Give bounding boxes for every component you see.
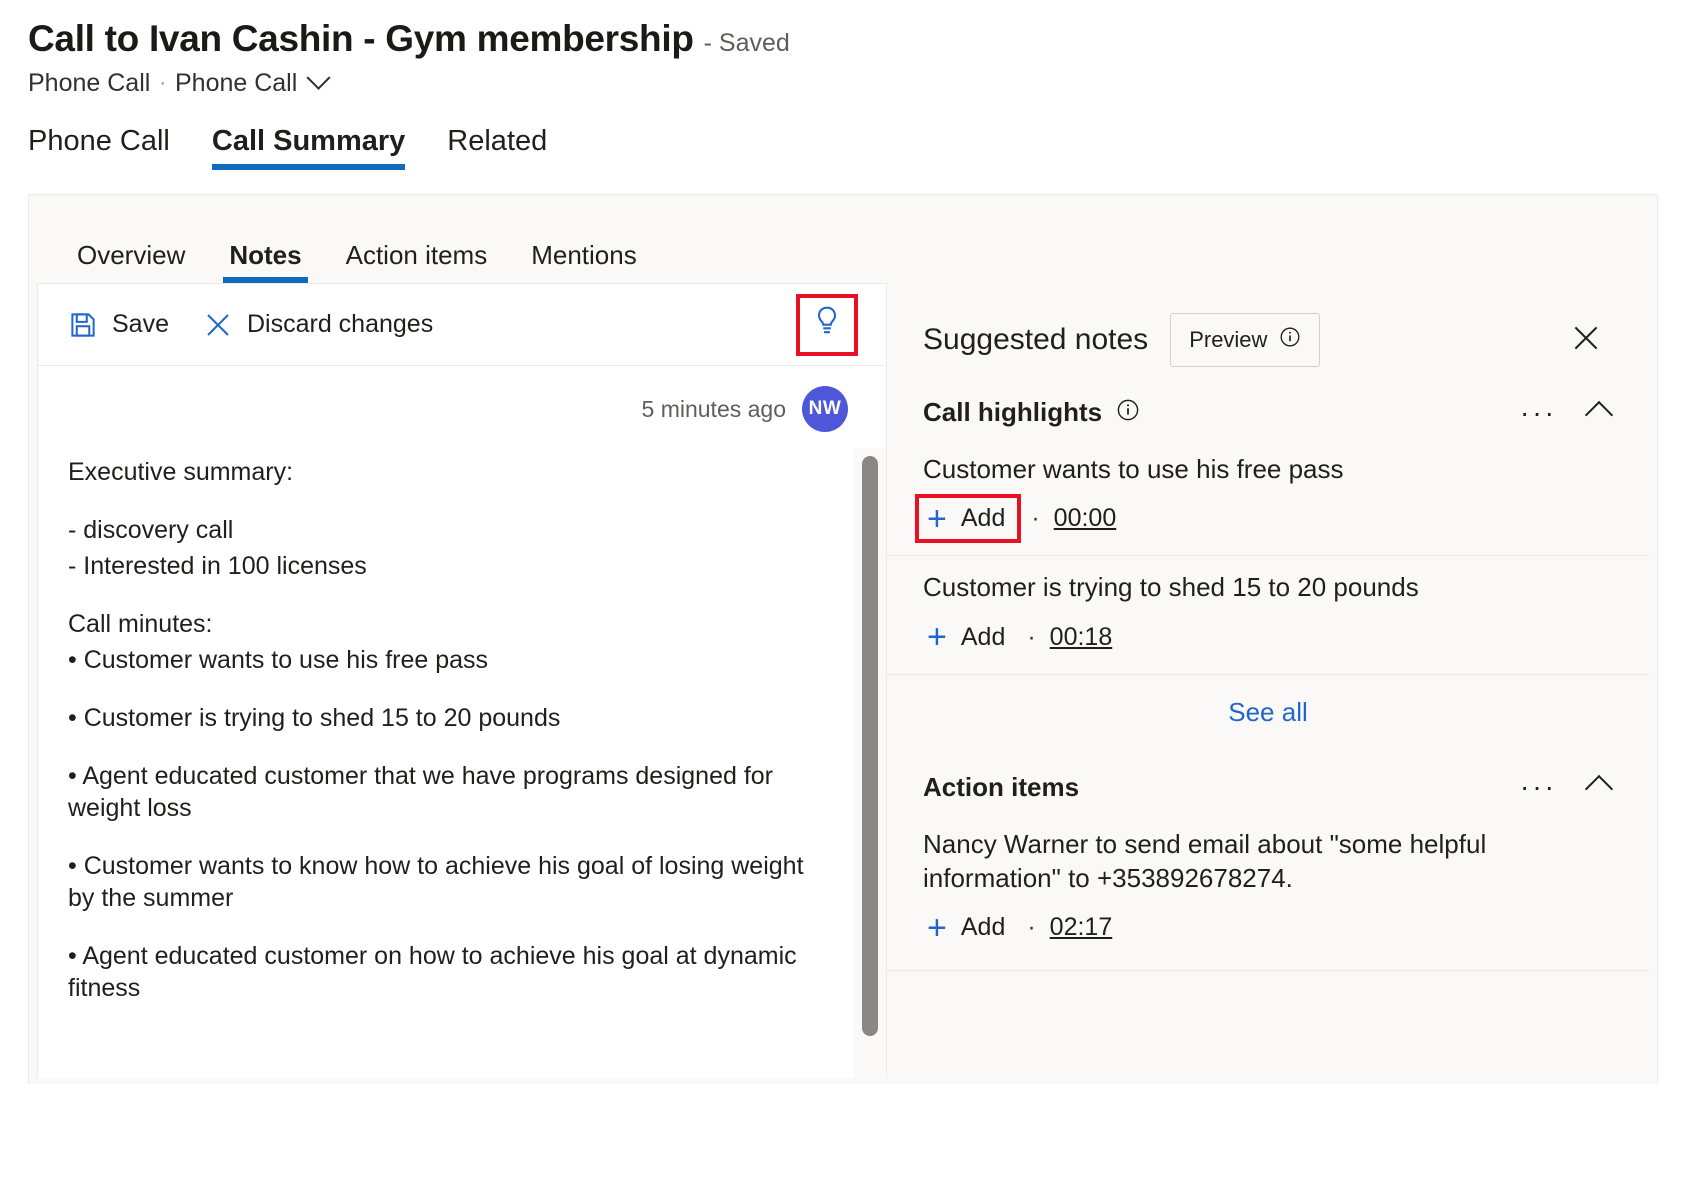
save-button[interactable]: Save xyxy=(68,310,169,340)
close-panel-button[interactable] xyxy=(1563,315,1609,366)
note-paragraph: - Interested in 100 licenses xyxy=(68,550,820,582)
timestamp-link[interactable]: 00:18 xyxy=(1050,623,1113,652)
avatar[interactable]: NW xyxy=(802,386,848,432)
chevron-up-icon[interactable] xyxy=(1585,400,1613,428)
chevron-up-icon[interactable] xyxy=(1585,775,1613,803)
plus-icon: + xyxy=(927,624,947,650)
suggested-notes-pane: Suggested notes Preview xyxy=(887,283,1649,1078)
notes-text-editor[interactable]: Executive summary: - discovery call - In… xyxy=(38,438,854,1078)
add-label: Add xyxy=(961,913,1005,942)
close-icon xyxy=(203,310,233,340)
section-header-call-highlights: Call highlights ··· xyxy=(887,379,1649,438)
see-all-row: See all xyxy=(887,674,1649,754)
list-item: Customer wants to use his free pass + Ad… xyxy=(887,438,1649,555)
pivot-notes[interactable]: Notes xyxy=(229,240,301,283)
list-item: Nancy Warner to send email about "some h… xyxy=(887,813,1649,965)
breadcrumb-separator: · xyxy=(159,72,166,95)
action-separator: · xyxy=(1027,623,1035,652)
add-note-button[interactable]: + Add xyxy=(915,494,1021,543)
info-icon[interactable] xyxy=(1279,326,1301,354)
action-item-text: Nancy Warner to send email about "some h… xyxy=(923,827,1609,896)
note-paragraph: • Customer is trying to shed 15 to 20 po… xyxy=(68,702,820,734)
info-icon[interactable] xyxy=(1116,398,1140,427)
note-paragraph: Executive summary: xyxy=(68,456,820,488)
tab-related[interactable]: Related xyxy=(447,125,547,170)
tab-phone-call[interactable]: Phone Call xyxy=(28,125,170,170)
breadcrumb-entity: Phone Call xyxy=(28,69,150,98)
add-label: Add xyxy=(961,504,1005,533)
pivot-action-items[interactable]: Action items xyxy=(346,240,488,283)
plus-icon: + xyxy=(927,915,947,941)
section-title: Call highlights xyxy=(923,397,1102,428)
tab-call-summary[interactable]: Call Summary xyxy=(212,125,405,170)
notes-timestamp: 5 minutes ago xyxy=(642,396,786,423)
note-paragraph: • Agent educated customer that we have p… xyxy=(68,760,820,824)
preview-badge[interactable]: Preview xyxy=(1170,313,1320,367)
page-title: Call to Ivan Cashin - Gym membership xyxy=(28,18,694,60)
pivot-overview[interactable]: Overview xyxy=(77,240,185,283)
preview-label: Preview xyxy=(1189,327,1267,353)
highlight-text: Customer wants to use his free pass xyxy=(923,452,1609,486)
add-note-button[interactable]: + Add xyxy=(923,909,1013,946)
discard-label: Discard changes xyxy=(247,310,433,339)
summary-content-split: Save Discard changes xyxy=(37,283,1649,1078)
section-header-action-items: Action items ··· xyxy=(887,754,1649,813)
item-actions: + Add · 02:17 xyxy=(923,909,1609,946)
more-options-button[interactable]: ··· xyxy=(1516,782,1561,792)
add-note-button[interactable]: + Add xyxy=(923,619,1013,656)
section-title: Action items xyxy=(923,772,1079,803)
action-separator: · xyxy=(1031,504,1039,533)
call-summary-panel: Overview Notes Action items Mentions Sav… xyxy=(28,194,1658,1084)
timestamp-link[interactable]: 00:00 xyxy=(1054,504,1117,533)
note-paragraph: • Customer wants to know how to achieve … xyxy=(68,850,820,914)
notes-body-wrap: Executive summary: - discovery call - In… xyxy=(38,438,886,1078)
section-divider xyxy=(887,970,1649,971)
suggested-notes-header: Suggested notes Preview xyxy=(887,283,1649,379)
item-actions: + Add · 00:00 xyxy=(923,500,1609,537)
save-status: - Saved xyxy=(704,29,790,58)
save-label: Save xyxy=(112,310,169,339)
notes-toolbar: Save Discard changes xyxy=(38,284,886,366)
list-item: Customer is trying to shed 15 to 20 poun… xyxy=(887,555,1649,673)
notes-meta-row: 5 minutes ago NW xyxy=(38,366,886,438)
note-paragraph: • Customer wants to use his free pass xyxy=(68,644,820,676)
plus-icon: + xyxy=(927,506,947,532)
record-header: Call to Ivan Cashin - Gym membership - S… xyxy=(0,0,1686,98)
form-selector-label[interactable]: Phone Call xyxy=(175,69,297,98)
action-separator: · xyxy=(1027,913,1035,942)
see-all-link[interactable]: See all xyxy=(1228,697,1308,727)
lightbulb-icon xyxy=(812,305,842,344)
breadcrumb: Phone Call · Phone Call xyxy=(28,69,1686,98)
note-paragraph: - discovery call xyxy=(68,514,820,546)
save-icon xyxy=(68,310,98,340)
scrollbar-thumb[interactable] xyxy=(862,456,878,1036)
add-label: Add xyxy=(961,623,1005,652)
timestamp-link[interactable]: 02:17 xyxy=(1050,913,1113,942)
record-title-row: Call to Ivan Cashin - Gym membership - S… xyxy=(28,18,1686,60)
item-actions: + Add · 00:18 xyxy=(923,619,1609,656)
discard-changes-button[interactable]: Discard changes xyxy=(203,310,433,340)
suggested-notes-toggle-button[interactable] xyxy=(796,294,858,356)
form-tab-list: Phone Call Call Summary Related xyxy=(0,98,1686,170)
note-paragraph: Call minutes: xyxy=(68,608,820,640)
summary-pivot-list: Overview Notes Action items Mentions xyxy=(29,195,1657,283)
more-options-button[interactable]: ··· xyxy=(1516,408,1561,418)
note-paragraph: • Agent educated customer on how to achi… xyxy=(68,940,820,1004)
suggested-notes-title: Suggested notes xyxy=(923,323,1148,357)
chevron-down-icon[interactable] xyxy=(307,66,331,90)
notes-editor-pane: Save Discard changes xyxy=(37,283,887,1078)
highlight-text: Customer is trying to shed 15 to 20 poun… xyxy=(923,570,1609,604)
notes-scrollbar[interactable] xyxy=(854,448,886,1078)
pivot-mentions[interactable]: Mentions xyxy=(531,240,637,283)
